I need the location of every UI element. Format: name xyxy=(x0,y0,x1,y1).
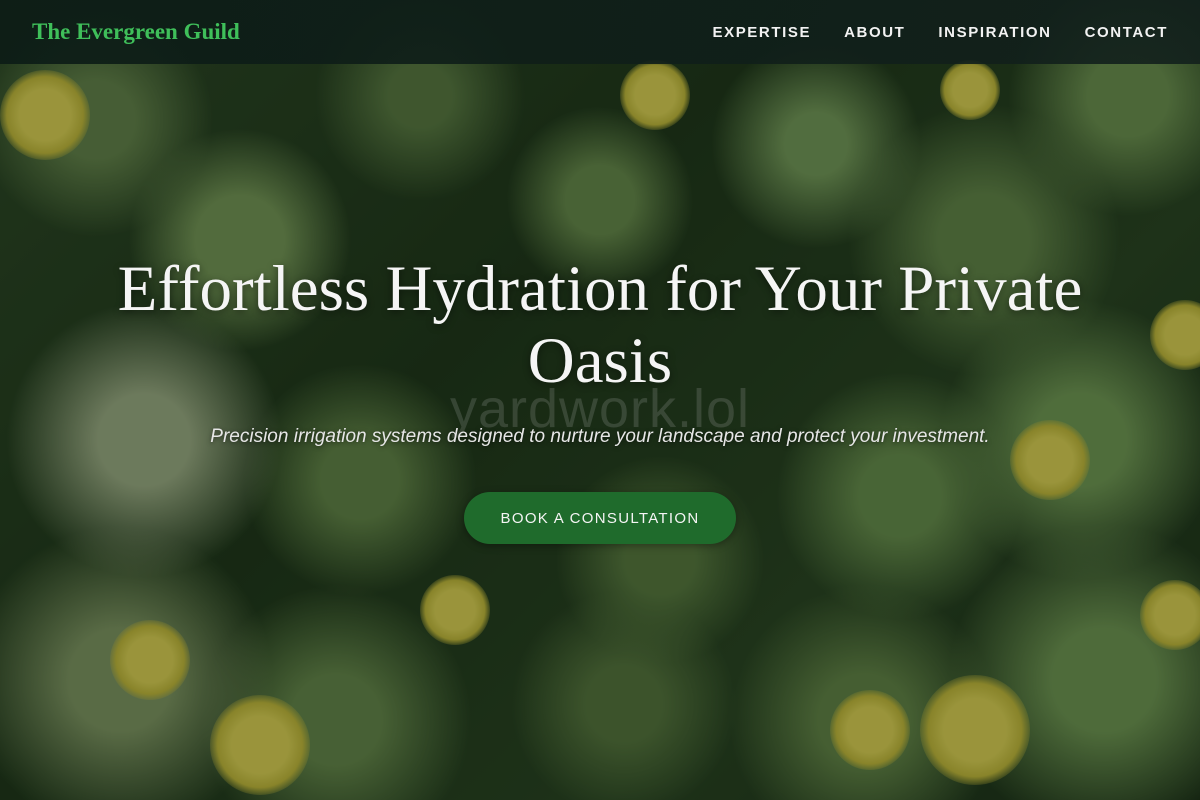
hero-subtitle: Precision irrigation systems designed to… xyxy=(210,426,990,447)
brand-logo[interactable]: The Evergreen Guild xyxy=(32,19,240,45)
nav-link-about[interactable]: ABOUT xyxy=(844,24,905,41)
hero-title: Effortless Hydration for Your Private Oa… xyxy=(117,253,1083,397)
hero-section: Effortless Hydration for Your Private Oa… xyxy=(0,0,1200,800)
site-header: The Evergreen Guild EXPERTISE ABOUT INSP… xyxy=(0,0,1200,64)
book-consultation-button[interactable]: BOOK A CONSULTATION xyxy=(464,492,736,544)
main-nav: EXPERTISE ABOUT INSPIRATION CONTACT xyxy=(712,24,1168,41)
nav-link-expertise[interactable]: EXPERTISE xyxy=(712,24,811,41)
nav-link-contact[interactable]: CONTACT xyxy=(1085,24,1168,41)
nav-link-inspiration[interactable]: INSPIRATION xyxy=(938,24,1051,41)
